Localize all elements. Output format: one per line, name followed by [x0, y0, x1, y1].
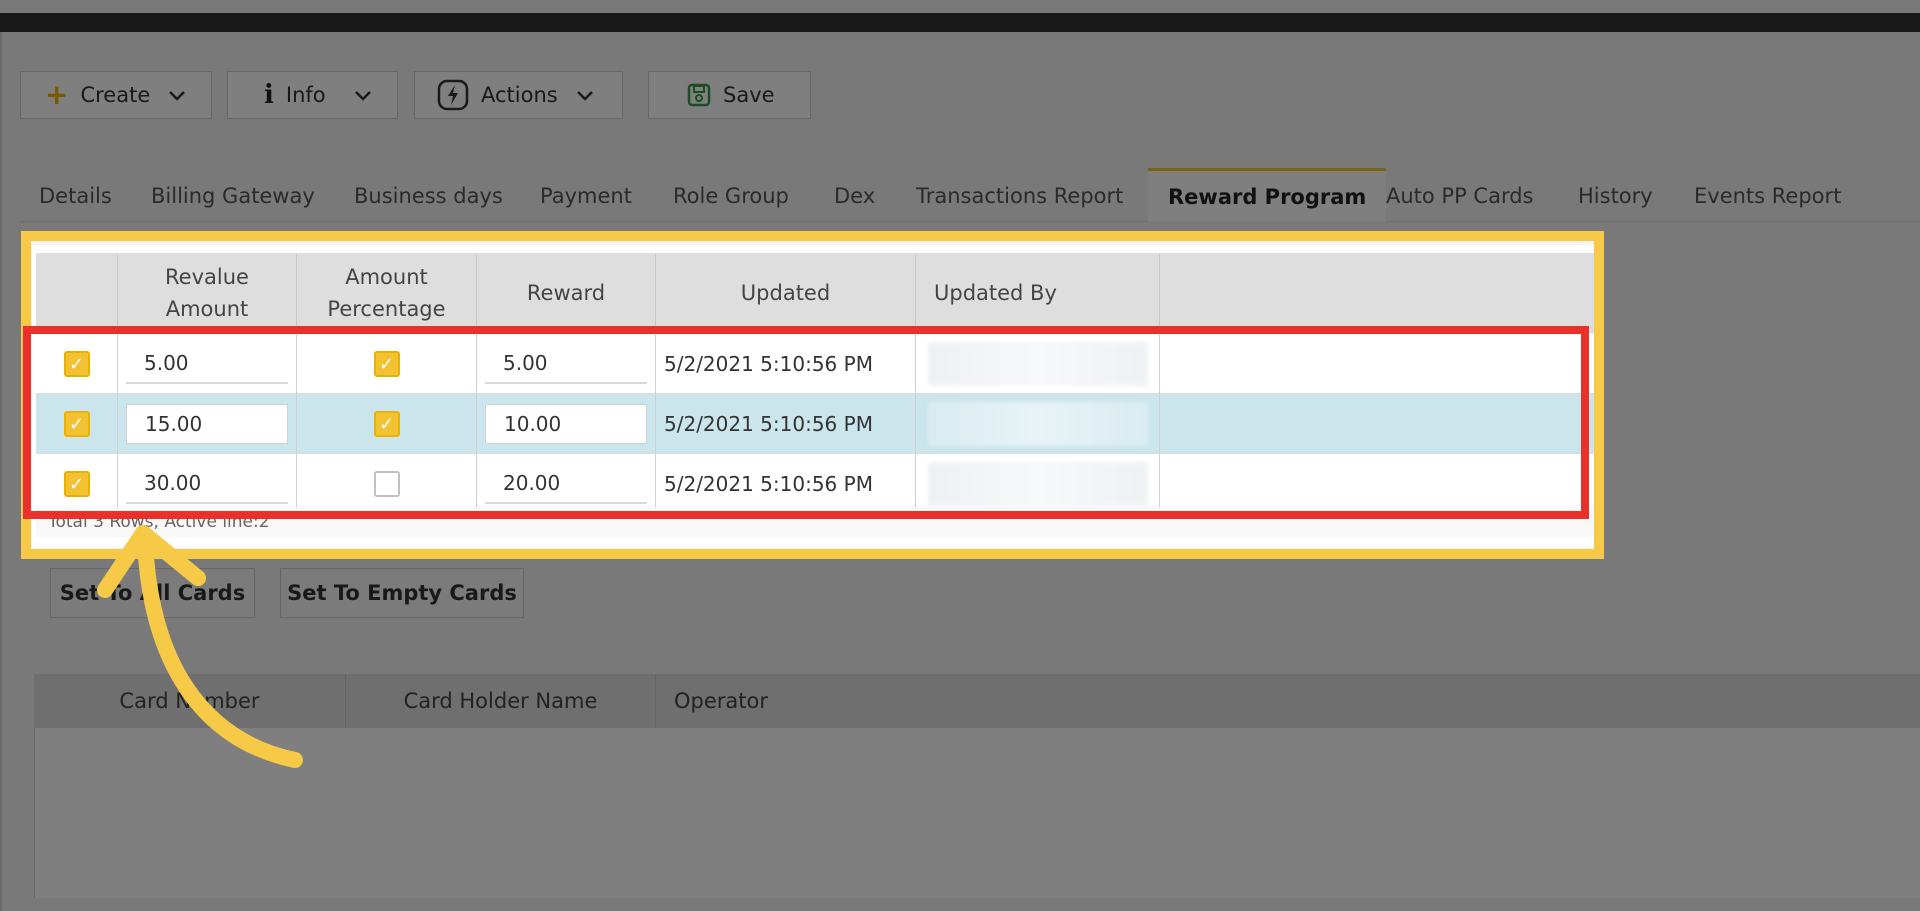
app-window: + Create i Info Actions Save Details Bil…: [0, 0, 1920, 911]
annotation-arrow-icon: [97, 525, 303, 768]
